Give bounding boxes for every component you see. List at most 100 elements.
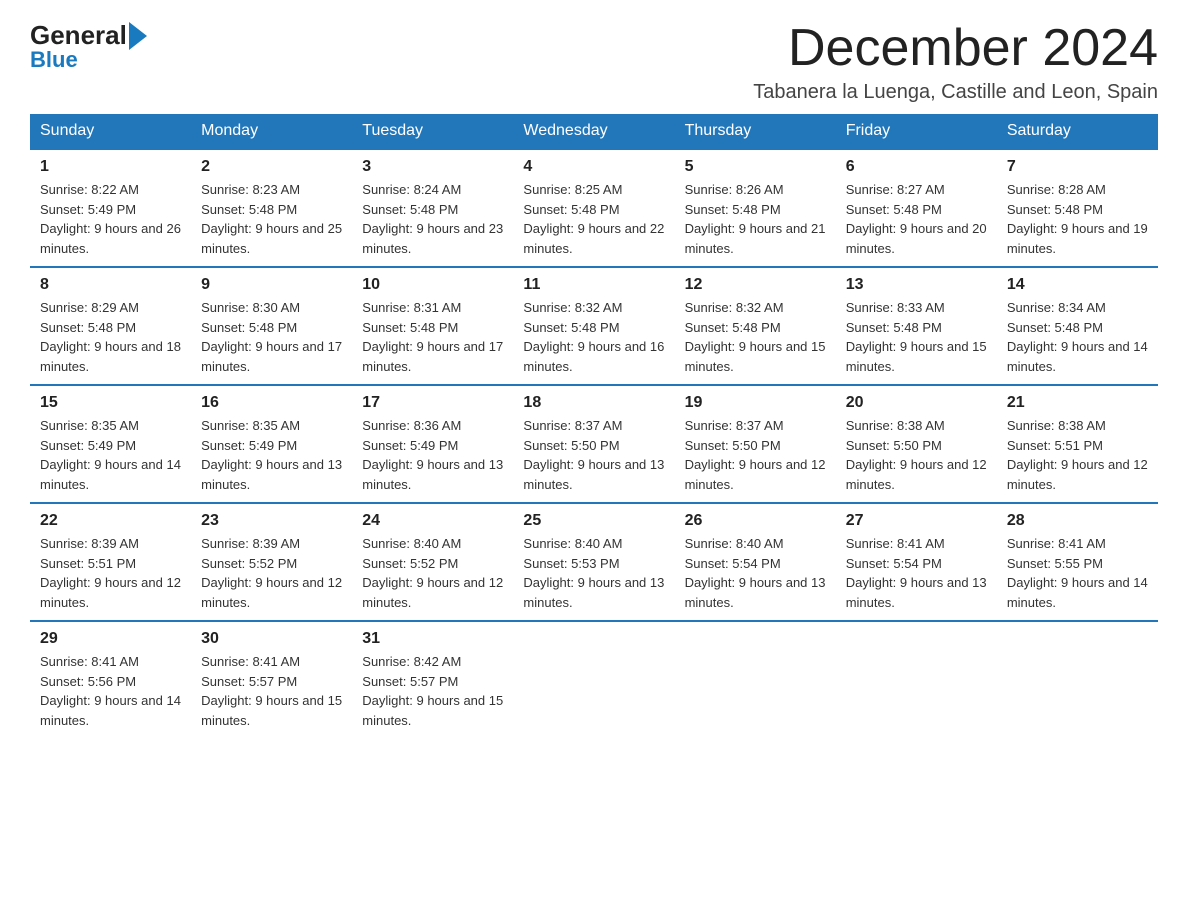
day-number: 9 xyxy=(201,276,342,294)
title-area: December 2024 Tabanera la Luenga, Castil… xyxy=(753,20,1158,104)
calendar-week-row: 15 Sunrise: 8:35 AM Sunset: 5:49 PM Dayl… xyxy=(30,385,1158,503)
day-number: 2 xyxy=(201,158,342,176)
day-number: 12 xyxy=(685,276,826,294)
day-info: Sunrise: 8:42 AM Sunset: 5:57 PM Dayligh… xyxy=(362,652,503,730)
calendar-day-cell: 13 Sunrise: 8:33 AM Sunset: 5:48 PM Dayl… xyxy=(836,267,997,385)
calendar-day-cell: 14 Sunrise: 8:34 AM Sunset: 5:48 PM Dayl… xyxy=(997,267,1158,385)
calendar-day-cell: 23 Sunrise: 8:39 AM Sunset: 5:52 PM Dayl… xyxy=(191,503,352,621)
day-number: 23 xyxy=(201,512,342,530)
day-info: Sunrise: 8:32 AM Sunset: 5:48 PM Dayligh… xyxy=(523,298,664,376)
day-info: Sunrise: 8:37 AM Sunset: 5:50 PM Dayligh… xyxy=(685,416,826,494)
day-info: Sunrise: 8:41 AM Sunset: 5:55 PM Dayligh… xyxy=(1007,534,1148,612)
calendar-day-cell: 25 Sunrise: 8:40 AM Sunset: 5:53 PM Dayl… xyxy=(513,503,674,621)
logo-arrow-icon xyxy=(129,22,147,50)
page-subtitle: Tabanera la Luenga, Castille and Leon, S… xyxy=(753,81,1158,104)
day-number: 1 xyxy=(40,158,181,176)
calendar-day-cell: 19 Sunrise: 8:37 AM Sunset: 5:50 PM Dayl… xyxy=(675,385,836,503)
logo: General Blue xyxy=(30,20,149,73)
day-number: 13 xyxy=(846,276,987,294)
calendar-day-cell xyxy=(836,621,997,738)
calendar-day-cell: 20 Sunrise: 8:38 AM Sunset: 5:50 PM Dayl… xyxy=(836,385,997,503)
day-info: Sunrise: 8:40 AM Sunset: 5:52 PM Dayligh… xyxy=(362,534,503,612)
calendar-week-row: 1 Sunrise: 8:22 AM Sunset: 5:49 PM Dayli… xyxy=(30,149,1158,267)
calendar-day-cell: 5 Sunrise: 8:26 AM Sunset: 5:48 PM Dayli… xyxy=(675,149,836,267)
day-info: Sunrise: 8:36 AM Sunset: 5:49 PM Dayligh… xyxy=(362,416,503,494)
day-number: 5 xyxy=(685,158,826,176)
calendar-day-cell: 27 Sunrise: 8:41 AM Sunset: 5:54 PM Dayl… xyxy=(836,503,997,621)
day-number: 15 xyxy=(40,394,181,412)
day-number: 21 xyxy=(1007,394,1148,412)
calendar-day-cell: 30 Sunrise: 8:41 AM Sunset: 5:57 PM Dayl… xyxy=(191,621,352,738)
calendar-day-cell: 26 Sunrise: 8:40 AM Sunset: 5:54 PM Dayl… xyxy=(675,503,836,621)
calendar-day-cell: 6 Sunrise: 8:27 AM Sunset: 5:48 PM Dayli… xyxy=(836,149,997,267)
calendar-day-cell: 21 Sunrise: 8:38 AM Sunset: 5:51 PM Dayl… xyxy=(997,385,1158,503)
calendar-week-row: 8 Sunrise: 8:29 AM Sunset: 5:48 PM Dayli… xyxy=(30,267,1158,385)
calendar-day-cell: 9 Sunrise: 8:30 AM Sunset: 5:48 PM Dayli… xyxy=(191,267,352,385)
day-info: Sunrise: 8:32 AM Sunset: 5:48 PM Dayligh… xyxy=(685,298,826,376)
day-number: 17 xyxy=(362,394,503,412)
calendar-day-cell: 8 Sunrise: 8:29 AM Sunset: 5:48 PM Dayli… xyxy=(30,267,191,385)
calendar-day-header: Thursday xyxy=(675,114,836,149)
calendar-day-cell: 16 Sunrise: 8:35 AM Sunset: 5:49 PM Dayl… xyxy=(191,385,352,503)
day-number: 8 xyxy=(40,276,181,294)
calendar-day-header: Saturday xyxy=(997,114,1158,149)
day-info: Sunrise: 8:34 AM Sunset: 5:48 PM Dayligh… xyxy=(1007,298,1148,376)
calendar-header-row: SundayMondayTuesdayWednesdayThursdayFrid… xyxy=(30,114,1158,149)
calendar-day-header: Wednesday xyxy=(513,114,674,149)
calendar-day-cell: 11 Sunrise: 8:32 AM Sunset: 5:48 PM Dayl… xyxy=(513,267,674,385)
day-info: Sunrise: 8:35 AM Sunset: 5:49 PM Dayligh… xyxy=(40,416,181,494)
calendar-day-cell: 18 Sunrise: 8:37 AM Sunset: 5:50 PM Dayl… xyxy=(513,385,674,503)
calendar-day-cell: 17 Sunrise: 8:36 AM Sunset: 5:49 PM Dayl… xyxy=(352,385,513,503)
page-title: December 2024 xyxy=(753,20,1158,77)
day-info: Sunrise: 8:29 AM Sunset: 5:48 PM Dayligh… xyxy=(40,298,181,376)
day-number: 18 xyxy=(523,394,664,412)
calendar-day-cell: 15 Sunrise: 8:35 AM Sunset: 5:49 PM Dayl… xyxy=(30,385,191,503)
day-number: 6 xyxy=(846,158,987,176)
day-info: Sunrise: 8:41 AM Sunset: 5:57 PM Dayligh… xyxy=(201,652,342,730)
day-info: Sunrise: 8:23 AM Sunset: 5:48 PM Dayligh… xyxy=(201,180,342,258)
header-area: General Blue December 2024 Tabanera la L… xyxy=(30,20,1158,104)
day-number: 20 xyxy=(846,394,987,412)
day-number: 14 xyxy=(1007,276,1148,294)
day-number: 11 xyxy=(523,276,664,294)
calendar-day-cell: 24 Sunrise: 8:40 AM Sunset: 5:52 PM Dayl… xyxy=(352,503,513,621)
calendar-day-cell: 31 Sunrise: 8:42 AM Sunset: 5:57 PM Dayl… xyxy=(352,621,513,738)
calendar-week-row: 22 Sunrise: 8:39 AM Sunset: 5:51 PM Dayl… xyxy=(30,503,1158,621)
day-number: 30 xyxy=(201,630,342,648)
day-number: 27 xyxy=(846,512,987,530)
day-info: Sunrise: 8:37 AM Sunset: 5:50 PM Dayligh… xyxy=(523,416,664,494)
day-info: Sunrise: 8:40 AM Sunset: 5:53 PM Dayligh… xyxy=(523,534,664,612)
calendar-day-cell: 12 Sunrise: 8:32 AM Sunset: 5:48 PM Dayl… xyxy=(675,267,836,385)
calendar-day-cell: 22 Sunrise: 8:39 AM Sunset: 5:51 PM Dayl… xyxy=(30,503,191,621)
calendar-week-row: 29 Sunrise: 8:41 AM Sunset: 5:56 PM Dayl… xyxy=(30,621,1158,738)
day-number: 26 xyxy=(685,512,826,530)
calendar-day-cell: 4 Sunrise: 8:25 AM Sunset: 5:48 PM Dayli… xyxy=(513,149,674,267)
day-number: 4 xyxy=(523,158,664,176)
day-number: 19 xyxy=(685,394,826,412)
day-info: Sunrise: 8:26 AM Sunset: 5:48 PM Dayligh… xyxy=(685,180,826,258)
calendar-day-cell: 2 Sunrise: 8:23 AM Sunset: 5:48 PM Dayli… xyxy=(191,149,352,267)
calendar-table: SundayMondayTuesdayWednesdayThursdayFrid… xyxy=(30,114,1158,738)
calendar-day-cell: 29 Sunrise: 8:41 AM Sunset: 5:56 PM Dayl… xyxy=(30,621,191,738)
logo-blue: Blue xyxy=(30,47,78,73)
day-info: Sunrise: 8:40 AM Sunset: 5:54 PM Dayligh… xyxy=(685,534,826,612)
day-number: 24 xyxy=(362,512,503,530)
calendar-day-cell: 10 Sunrise: 8:31 AM Sunset: 5:48 PM Dayl… xyxy=(352,267,513,385)
day-number: 25 xyxy=(523,512,664,530)
calendar-day-cell xyxy=(997,621,1158,738)
day-info: Sunrise: 8:22 AM Sunset: 5:49 PM Dayligh… xyxy=(40,180,181,258)
day-number: 3 xyxy=(362,158,503,176)
calendar-day-header: Tuesday xyxy=(352,114,513,149)
day-number: 29 xyxy=(40,630,181,648)
day-info: Sunrise: 8:30 AM Sunset: 5:48 PM Dayligh… xyxy=(201,298,342,376)
day-number: 16 xyxy=(201,394,342,412)
calendar-day-cell: 28 Sunrise: 8:41 AM Sunset: 5:55 PM Dayl… xyxy=(997,503,1158,621)
day-info: Sunrise: 8:31 AM Sunset: 5:48 PM Dayligh… xyxy=(362,298,503,376)
day-number: 31 xyxy=(362,630,503,648)
day-info: Sunrise: 8:39 AM Sunset: 5:51 PM Dayligh… xyxy=(40,534,181,612)
day-info: Sunrise: 8:39 AM Sunset: 5:52 PM Dayligh… xyxy=(201,534,342,612)
calendar-day-header: Sunday xyxy=(30,114,191,149)
calendar-day-header: Monday xyxy=(191,114,352,149)
day-info: Sunrise: 8:25 AM Sunset: 5:48 PM Dayligh… xyxy=(523,180,664,258)
calendar-day-cell: 1 Sunrise: 8:22 AM Sunset: 5:49 PM Dayli… xyxy=(30,149,191,267)
